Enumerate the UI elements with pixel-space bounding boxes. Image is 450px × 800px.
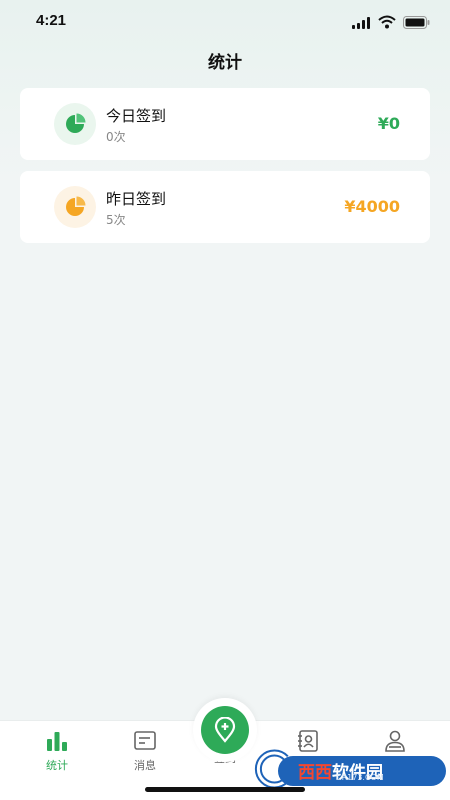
bar-chart-icon xyxy=(47,732,67,751)
yesterday-checkin-card[interactable]: 昨日签到 5次 ¥4000 xyxy=(20,171,430,243)
pie-chart-icon xyxy=(66,113,86,133)
tab-stats[interactable]: 统计 xyxy=(27,729,87,789)
signal-icon xyxy=(352,17,370,29)
card-amount: ¥0 xyxy=(377,114,400,133)
location-pin-icon xyxy=(214,717,236,743)
pie-chart-icon-wrap xyxy=(54,186,96,228)
app-screen: 4:21 统计 今日签到 0次 ¥0 昨日签到 5次 ¥4000 统计 消息 西… xyxy=(0,0,450,800)
card-title: 昨日签到 xyxy=(106,190,167,208)
battery-icon xyxy=(403,16,430,29)
page-title: 统计 xyxy=(208,53,242,73)
status-time: 4:21 xyxy=(36,12,67,29)
home-indicator xyxy=(145,787,305,792)
checkin-button[interactable] xyxy=(193,698,257,762)
card-count: 5次 xyxy=(106,213,126,227)
status-bar: 4:21 xyxy=(0,0,450,44)
card-amount: ¥4000 xyxy=(344,197,400,216)
card-count: 0次 xyxy=(106,130,126,144)
pie-chart-icon-wrap xyxy=(54,103,96,145)
watermark-pill: 西西软件园 CR173.COM xyxy=(278,756,446,786)
tab-label: 统计 xyxy=(46,759,68,772)
card-title: 今日签到 xyxy=(106,107,167,125)
checkin-button-inner xyxy=(201,706,249,754)
tab-messages[interactable]: 消息 xyxy=(115,729,175,789)
message-icon xyxy=(134,731,156,750)
watermark-site: CR173.COM xyxy=(336,773,384,782)
pie-chart-icon xyxy=(66,196,86,216)
today-checkin-card[interactable]: 今日签到 0次 ¥0 xyxy=(20,88,430,160)
watermark-logo: 西西软件园 CR173.COM xyxy=(250,748,450,792)
tab-label: 消息 xyxy=(134,759,156,772)
wifi-icon xyxy=(378,15,396,29)
